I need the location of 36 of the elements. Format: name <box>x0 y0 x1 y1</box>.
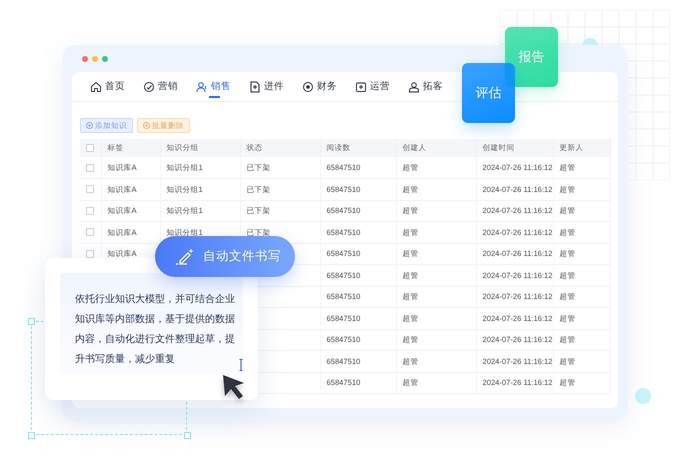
checkbox[interactable] <box>86 228 94 236</box>
plus-circle-icon <box>86 122 93 129</box>
resize-handle[interactable] <box>28 318 35 325</box>
nav-tab[interactable]: 拓客 <box>408 72 461 102</box>
nav-tab[interactable]: 进件 <box>249 72 302 102</box>
nav-tab[interactable]: 销售 <box>196 72 249 102</box>
nav-tab[interactable]: 首页 <box>90 72 143 102</box>
feature-badge: 自动文件书写 <box>155 236 295 277</box>
checkbox[interactable] <box>86 250 94 258</box>
text-cursor-icon <box>239 358 243 371</box>
nav-tab[interactable]: 运营 <box>355 72 408 102</box>
checkbox[interactable] <box>86 185 94 194</box>
checkbox[interactable] <box>86 144 94 152</box>
window-control-dot[interactable] <box>92 56 98 62</box>
user-icon <box>408 80 420 92</box>
user-icon <box>196 80 208 92</box>
sticky-note: 报告 <box>505 27 558 87</box>
coin-icon <box>302 80 314 92</box>
nav-tab[interactable]: 财务 <box>302 72 355 102</box>
checkbox[interactable] <box>86 206 94 215</box>
checkbox[interactable] <box>86 164 94 172</box>
sticky-note: 评估 <box>462 63 515 123</box>
resize-handle[interactable] <box>28 432 35 439</box>
window-control-dot[interactable] <box>102 56 108 62</box>
plus-circle-icon <box>143 122 150 129</box>
description-text: 依托行业知识大模型，并可结合企业知识库等内部数据，基于提供的数据内容，自动化进行文件整理起草，提升书写质量，减少重复 <box>75 292 236 367</box>
home-icon <box>90 80 102 92</box>
resize-handle[interactable] <box>184 432 191 439</box>
decor-circle <box>635 388 651 404</box>
nav-tab[interactable]: 营销 <box>143 72 196 102</box>
box-icon <box>355 80 367 92</box>
check-circle-icon <box>143 80 155 92</box>
mouse-pointer-icon <box>222 374 246 402</box>
document-icon <box>249 80 261 92</box>
window-control-dot[interactable] <box>82 56 88 62</box>
pencil-sparkle-icon <box>175 248 195 266</box>
